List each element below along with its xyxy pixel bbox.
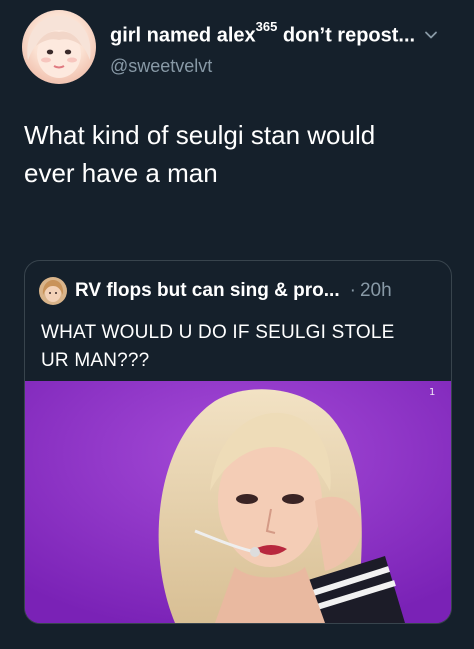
author-name-row: girl named alex365 don’t repost... — [110, 19, 439, 48]
tweet-text-line: What kind of seulgi stan would — [24, 120, 376, 150]
author-handle[interactable]: @sweetvelvt — [110, 56, 212, 77]
tweet-header: girl named alex365 don’t repost... @swee… — [22, 10, 462, 86]
quoted-author-avatar[interactable] — [39, 277, 67, 305]
photo-of-performer-icon: 1 — [25, 381, 451, 623]
dot-separator: · — [349, 280, 356, 301]
quoted-tweet-header: RV flops but can sing & pro... · 20h — [39, 277, 392, 305]
quoted-tweet[interactable]: RV flops but can sing & pro... · 20h WHA… — [24, 260, 452, 624]
author-avatar[interactable] — [22, 10, 96, 84]
tweet-text: What kind of seulgi stan would ever have… — [24, 116, 454, 192]
author-display-name[interactable]: girl named alex365 don’t repost... — [110, 19, 415, 48]
quoted-tweet-text: WHAT WOULD U DO IF SEULGI STOLE UR MAN??… — [41, 319, 437, 375]
quoted-timestamp[interactable]: 20h — [360, 280, 392, 302]
profile-photo-icon — [27, 16, 91, 78]
svg-text:1: 1 — [429, 387, 435, 398]
tweet-text-line: ever have a man — [24, 158, 218, 188]
superscript-number: 365 — [255, 19, 278, 34]
chevron-down-icon[interactable] — [423, 27, 439, 43]
quoted-avatar-icon — [39, 277, 67, 305]
quoted-author-name[interactable]: RV flops but can sing & pro... — [75, 280, 340, 302]
quoted-media-photo[interactable]: 1 — [25, 381, 451, 623]
quoted-text-line: WHAT WOULD U DO IF SEULGI STOLE — [41, 322, 395, 343]
quoted-text-line: UR MAN??? — [41, 350, 150, 371]
